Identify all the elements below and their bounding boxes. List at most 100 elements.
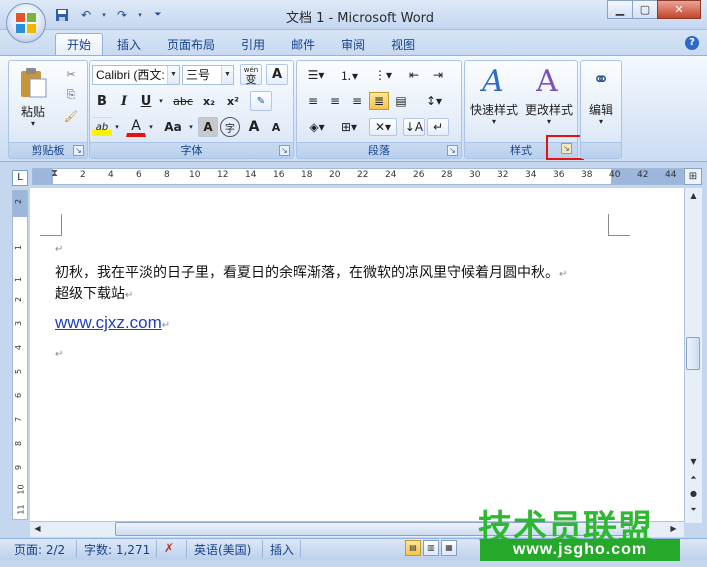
change-case-button[interactable]: Aa bbox=[160, 117, 186, 137]
clear-formatting-icon[interactable]: ✎ bbox=[250, 91, 272, 111]
align-right-icon[interactable]: ≡ bbox=[347, 92, 367, 110]
italic-button[interactable]: I bbox=[114, 91, 134, 111]
char-shading-button[interactable]: A bbox=[198, 117, 218, 137]
full-screen-reading-icon[interactable]: ▥ bbox=[423, 540, 439, 556]
clipboard-launcher-icon[interactable]: ↘ bbox=[73, 145, 84, 156]
status-page[interactable]: 页面: 2/2 bbox=[14, 541, 65, 558]
document-line-1[interactable]: 初秋，我在平淡的日子里，看夏日的余晖渐落，在微软的凉风里守候着月圆中秋。↵ bbox=[55, 262, 567, 282]
undo-icon[interactable]: ↶ bbox=[76, 6, 96, 24]
tab-review[interactable]: 审阅 bbox=[329, 33, 377, 55]
font-color-dropdown-icon[interactable]: ▾ bbox=[146, 117, 156, 137]
editing-dropdown-icon[interactable]: ▾ bbox=[581, 117, 621, 126]
font-name-combo[interactable]: Calibri (西文: ▼ bbox=[92, 65, 180, 85]
editing-label[interactable]: 编辑 bbox=[581, 101, 621, 118]
show-marks-icon[interactable]: ↵ bbox=[427, 118, 449, 136]
document-line-2[interactable]: 超级下载站↵ bbox=[55, 283, 133, 303]
customize-qat-icon[interactable]: ⏷ bbox=[148, 6, 168, 24]
save-icon[interactable] bbox=[52, 6, 72, 24]
font-size-dropdown-icon[interactable]: ▼ bbox=[221, 66, 233, 84]
previous-page-icon[interactable]: ⏶ bbox=[686, 470, 701, 486]
help-icon[interactable]: ? bbox=[685, 36, 699, 50]
decrease-indent-icon[interactable]: ⇤ bbox=[403, 66, 425, 84]
tab-mailings[interactable]: 邮件 bbox=[279, 33, 327, 55]
scroll-up-icon[interactable]: ▲ bbox=[686, 188, 701, 204]
highlight-dropdown-icon[interactable]: ▾ bbox=[112, 117, 122, 137]
numbering-icon[interactable]: ⒈▾ bbox=[335, 66, 363, 84]
text-highlight-button[interactable]: ab bbox=[92, 117, 112, 137]
superscript-button[interactable]: x² bbox=[222, 91, 244, 111]
maximize-button[interactable]: ▢ bbox=[632, 0, 658, 19]
tab-page-layout[interactable]: 页面布局 bbox=[155, 33, 227, 55]
office-button[interactable] bbox=[6, 3, 46, 43]
phonetic-guide-button[interactable]: wén 变 bbox=[240, 64, 262, 85]
vertical-scroll-thumb[interactable] bbox=[686, 337, 700, 370]
paragraph-launcher-icon[interactable]: ↘ bbox=[447, 145, 458, 156]
char-border-button[interactable]: A bbox=[266, 64, 288, 85]
next-page-icon[interactable]: ⏷ bbox=[686, 502, 701, 518]
scroll-right-icon[interactable]: ▶ bbox=[666, 521, 681, 537]
redo-icon[interactable]: ↷ bbox=[112, 6, 132, 24]
sort-icon[interactable]: ↓A bbox=[403, 118, 425, 136]
redo-dropdown-icon[interactable]: ▾ bbox=[136, 6, 144, 24]
indent-marker-icon[interactable]: ⧗ bbox=[51, 168, 58, 179]
strikethrough-button[interactable]: abc bbox=[170, 91, 196, 111]
change-styles-icon[interactable]: A bbox=[527, 63, 567, 99]
chinese-layout-icon[interactable]: ✕▾ bbox=[369, 118, 397, 136]
quick-styles-icon[interactable]: A bbox=[473, 63, 513, 99]
document-page[interactable] bbox=[30, 188, 684, 523]
undo-dropdown-icon[interactable]: ▾ bbox=[100, 6, 108, 24]
styles-launcher-icon[interactable]: ↘ bbox=[561, 143, 572, 154]
font-launcher-icon[interactable]: ↘ bbox=[279, 145, 290, 156]
enclose-char-button[interactable]: 字 bbox=[220, 117, 240, 137]
paste-icon[interactable] bbox=[15, 65, 51, 101]
cut-icon[interactable]: ✂ bbox=[61, 65, 81, 83]
web-layout-icon[interactable]: ▦ bbox=[441, 540, 457, 556]
horizontal-ruler[interactable]: ⧗ 2 4 6 8 10 12 14 16 18 20 22 24 26 28 … bbox=[32, 168, 684, 185]
minimize-button[interactable]: ▁ bbox=[607, 0, 633, 19]
status-insert-mode[interactable]: 插入 bbox=[270, 541, 294, 558]
underline-button[interactable]: U bbox=[136, 91, 156, 111]
proofing-icon[interactable]: ✗ bbox=[164, 541, 174, 555]
shading-icon[interactable]: ◈▾ bbox=[303, 118, 331, 136]
quick-styles-label[interactable]: 快速样式 bbox=[467, 101, 521, 118]
binoculars-icon[interactable]: ⚭ bbox=[587, 65, 615, 93]
change-case-dropdown-icon[interactable]: ▾ bbox=[186, 117, 196, 137]
increase-indent-icon[interactable]: ⇥ bbox=[427, 66, 449, 84]
shrink-font-button[interactable]: A bbox=[266, 117, 286, 137]
change-styles-label[interactable]: 更改样式 bbox=[521, 101, 577, 118]
tab-view[interactable]: 视图 bbox=[379, 33, 427, 55]
scroll-down-icon[interactable]: ▼ bbox=[686, 454, 701, 470]
print-layout-icon[interactable]: ▤ bbox=[405, 540, 421, 556]
font-size-combo[interactable]: 三号 ▼ bbox=[182, 65, 234, 85]
status-word-count[interactable]: 字数: 1,271 bbox=[84, 541, 150, 558]
bullets-icon[interactable]: ☰▾ bbox=[303, 66, 329, 84]
copy-icon[interactable]: ⎘ bbox=[61, 86, 81, 104]
justify-icon[interactable]: ≣ bbox=[369, 92, 389, 110]
grow-font-button[interactable]: A bbox=[244, 117, 264, 137]
underline-dropdown-icon[interactable]: ▾ bbox=[156, 91, 166, 111]
vertical-ruler[interactable]: 2 1 1 2 3 4 5 6 7 8 9 10 11 bbox=[12, 190, 28, 520]
multilevel-list-icon[interactable]: ⋮▾ bbox=[369, 66, 397, 84]
borders-icon[interactable]: ⊞▾ bbox=[335, 118, 363, 136]
paste-dropdown-icon[interactable]: ▾ bbox=[15, 119, 51, 128]
document-link[interactable]: www.cjxz.com bbox=[55, 313, 162, 332]
view-ruler-icon[interactable]: ⊞ bbox=[684, 168, 702, 185]
scroll-left-icon[interactable]: ◀ bbox=[30, 521, 45, 537]
tab-references[interactable]: 引用 bbox=[229, 33, 277, 55]
paste-label[interactable]: 粘贴 bbox=[15, 103, 51, 120]
align-left-icon[interactable]: ≡ bbox=[303, 92, 323, 110]
change-styles-dropdown-icon[interactable]: ▾ bbox=[521, 117, 577, 126]
subscript-button[interactable]: x₂ bbox=[198, 91, 220, 111]
font-name-dropdown-icon[interactable]: ▼ bbox=[167, 66, 179, 84]
line-spacing-icon[interactable]: ↕▾ bbox=[421, 92, 447, 110]
close-button[interactable]: ✕ bbox=[657, 0, 701, 19]
bold-button[interactable]: B bbox=[92, 91, 112, 111]
align-center-icon[interactable]: ≡ bbox=[325, 92, 345, 110]
tab-home[interactable]: 开始 bbox=[55, 33, 104, 55]
format-painter-icon[interactable]: 🖌 bbox=[61, 107, 81, 125]
tab-selector-icon[interactable]: L bbox=[12, 170, 28, 186]
status-language[interactable]: 英语(美国) bbox=[194, 541, 251, 558]
quick-styles-dropdown-icon[interactable]: ▾ bbox=[467, 117, 521, 126]
font-color-button[interactable]: A bbox=[126, 117, 146, 137]
tab-insert[interactable]: 插入 bbox=[105, 33, 153, 55]
